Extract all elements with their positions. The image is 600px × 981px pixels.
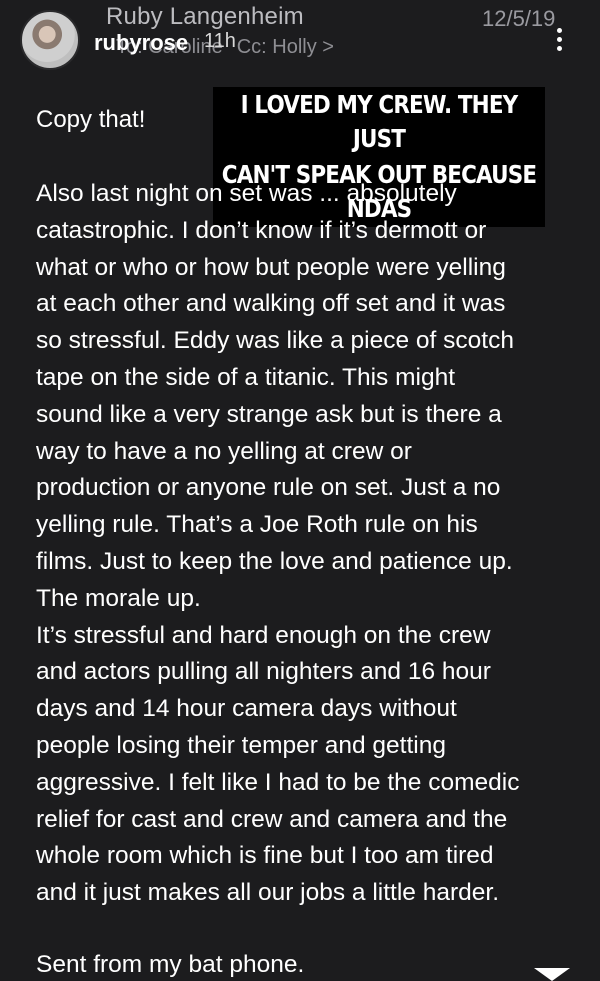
body-line: at each other and walking off set and it… bbox=[36, 290, 506, 318]
email-signature: Sent from my bat phone. bbox=[36, 951, 305, 978]
body-line: The morale up. bbox=[36, 584, 201, 612]
body-line: relief for cast and crew and camera and … bbox=[36, 805, 508, 833]
body-line: what or who or how but people were yelli… bbox=[36, 253, 506, 281]
body-line: catastrophic. I don’t know if it’s dermo… bbox=[36, 216, 487, 244]
cc-recipient: Cc: Holly > bbox=[236, 36, 334, 58]
more-vertical-icon[interactable] bbox=[552, 28, 566, 56]
body-line: aggressive. I felt like I had to be the … bbox=[36, 768, 520, 796]
instagram-time: 11h bbox=[204, 30, 236, 52]
body-line: Also last night on set was ... absolutel… bbox=[36, 180, 457, 207]
email-header: Ruby Langenheim 12/5/19 To: Caroline Cc: … bbox=[0, 0, 600, 80]
body-line: sound like a very strange ask but is the… bbox=[36, 400, 502, 428]
sender-name[interactable]: Ruby Langenheim bbox=[106, 3, 304, 31]
caption-line: I LOVED MY CREW. THEY JUST bbox=[213, 87, 545, 157]
body-line: and actors pulling all nighters and 16 h… bbox=[36, 658, 491, 686]
body-line: and it just makes all our jobs a little … bbox=[36, 879, 500, 907]
body-line: It’s stressful and hard enough on the cr… bbox=[36, 621, 491, 649]
instagram-username[interactable]: rubyrose bbox=[94, 30, 188, 56]
body-line: production or anyone rule on set. Just a… bbox=[36, 474, 501, 502]
avatar[interactable] bbox=[20, 10, 80, 70]
body-line: films. Just to keep the love and patienc… bbox=[36, 547, 513, 575]
body-line: so stressful. Eddy was like a piece of s… bbox=[36, 327, 514, 355]
email-body: Also last night on set was ... absolutel… bbox=[36, 176, 576, 912]
email-date: 12/5/19 bbox=[482, 6, 556, 31]
body-line: tape on the side of a titanic. This migh… bbox=[36, 363, 456, 391]
body-line: whole room which is fine but I too am ti… bbox=[36, 842, 494, 870]
chevron-down-icon[interactable] bbox=[534, 968, 570, 981]
body-line: yelling rule. That’s a Joe Roth rule on … bbox=[36, 511, 478, 539]
body-line: way to have a no yelling at crew or bbox=[36, 437, 412, 465]
body-line: people losing their temper and getting bbox=[36, 731, 446, 759]
greeting-text: Copy that! bbox=[36, 106, 146, 133]
body-line: days and 14 hour camera days without bbox=[36, 695, 457, 723]
